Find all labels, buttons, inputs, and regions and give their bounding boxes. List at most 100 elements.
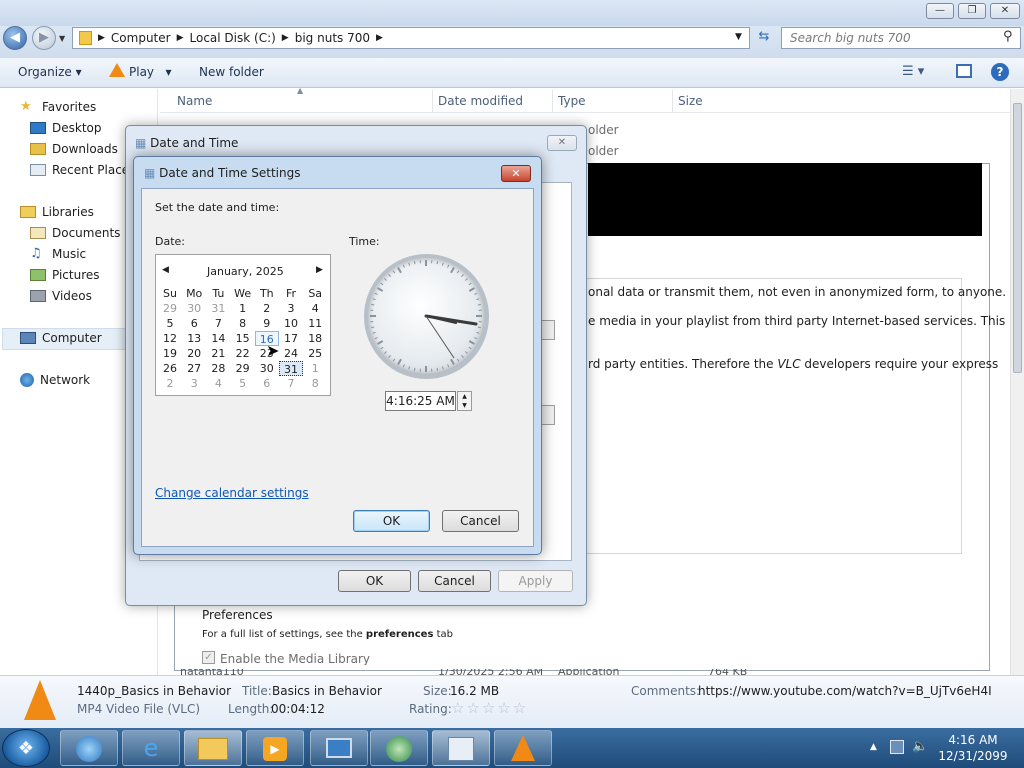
calendar-day[interactable]: 2: [255, 301, 279, 316]
calendar-day[interactable]: 15: [231, 331, 255, 346]
calendar-day[interactable]: 29: [231, 361, 255, 376]
close-button[interactable]: ✕: [990, 3, 1020, 19]
search-icon[interactable]: ⚲: [1003, 29, 1013, 44]
calendar-day[interactable]: 21: [206, 346, 230, 361]
nav-network[interactable]: Network: [20, 373, 90, 387]
calendar-month-title[interactable]: January, 2025: [207, 265, 284, 278]
calendar-day[interactable]: 9: [255, 316, 279, 331]
column-size[interactable]: Size: [678, 94, 703, 108]
calendar-day[interactable]: 22: [231, 346, 255, 361]
calendar-day[interactable]: 18: [303, 331, 327, 346]
taskbar-item[interactable]: e: [122, 730, 180, 766]
nav-downloads[interactable]: Downloads: [30, 142, 118, 156]
calendar-day[interactable]: 3: [279, 301, 303, 316]
scrollbar-thumb[interactable]: [1013, 103, 1022, 373]
settings-ok-button[interactable]: OK: [353, 510, 430, 532]
calendar-day[interactable]: 5: [158, 316, 182, 331]
nav-recent-places[interactable]: Recent Places: [30, 163, 135, 177]
minimize-button[interactable]: —: [926, 3, 954, 19]
change-date-button-edge[interactable]: [541, 320, 555, 340]
calendar-day[interactable]: 30: [255, 361, 279, 376]
calendar-day[interactable]: 7: [279, 376, 303, 391]
calendar-day[interactable]: 11: [303, 316, 327, 331]
nav-computer[interactable]: Computer: [20, 331, 102, 345]
calendar-day[interactable]: 4: [303, 301, 327, 316]
calendar-day[interactable]: 29: [158, 301, 182, 316]
preview-pane-icon[interactable]: [956, 64, 972, 78]
system-clock[interactable]: 4:16 AM 12/31/2099: [928, 732, 1018, 764]
back-button[interactable]: ◀: [3, 26, 27, 50]
taskbar-item[interactable]: [184, 730, 242, 766]
calendar-day[interactable]: 4: [206, 376, 230, 391]
taskbar-item[interactable]: [370, 730, 428, 766]
search-input[interactable]: Search big nuts 700: [781, 27, 1021, 49]
help-icon[interactable]: ?: [991, 63, 1009, 81]
date-time-cancel-button[interactable]: Cancel: [418, 570, 491, 592]
recent-pages-chevron-icon[interactable]: ▼: [59, 34, 65, 43]
taskbar-item[interactable]: [310, 730, 368, 766]
rating-stars[interactable]: ☆☆☆☆☆: [451, 699, 528, 717]
settings-cancel-button[interactable]: Cancel: [442, 510, 519, 532]
calendar-day[interactable]: 31: [279, 361, 303, 376]
calendar-day[interactable]: 6: [182, 316, 206, 331]
comments-value[interactable]: https://www.youtube.com/watch?v=B_UjTv6e…: [698, 684, 992, 698]
calendar-day[interactable]: 1: [231, 301, 255, 316]
column-name[interactable]: Name: [177, 94, 212, 108]
calendar-day[interactable]: 30: [182, 301, 206, 316]
media-library-checkbox[interactable]: ✓: [202, 651, 215, 664]
change-timezone-button-edge[interactable]: [541, 405, 555, 425]
breadcrumb-folder[interactable]: big nuts 700: [295, 31, 370, 45]
nav-libraries[interactable]: Libraries: [20, 205, 94, 219]
change-calendar-settings-link[interactable]: Change calendar settings: [155, 486, 309, 500]
settings-close-button[interactable]: ✕: [501, 165, 531, 182]
taskbar-item[interactable]: [432, 730, 490, 766]
nav-pictures[interactable]: Pictures: [30, 268, 100, 282]
calendar-day[interactable]: 31: [206, 301, 230, 316]
calendar-day[interactable]: 3: [182, 376, 206, 391]
nav-desktop[interactable]: Desktop: [30, 121, 102, 135]
next-month-icon[interactable]: ▶: [316, 265, 323, 275]
address-bar[interactable]: ▶ Computer ▶ Local Disk (C:) ▶ big nuts …: [72, 27, 750, 49]
calendar-day[interactable]: 7: [206, 316, 230, 331]
calendar-day[interactable]: 25: [303, 346, 327, 361]
show-hidden-icons[interactable]: ▲: [870, 742, 877, 752]
date-time-ok-button[interactable]: OK: [338, 570, 411, 592]
organize-button[interactable]: Organize ▾: [18, 65, 82, 79]
vertical-scrollbar[interactable]: [1010, 89, 1024, 675]
nav-favorites[interactable]: ★ Favorites: [20, 100, 96, 114]
view-options-icon[interactable]: ☰ ▾: [902, 64, 924, 79]
breadcrumb-computer[interactable]: Computer: [111, 31, 171, 45]
volume-muted-icon[interactable]: 🔈: [912, 739, 928, 754]
time-input[interactable]: 4:16:25 AM: [385, 391, 456, 411]
calendar-day[interactable]: 27: [182, 361, 206, 376]
maximize-button[interactable]: ❐: [958, 3, 986, 19]
calendar-day[interactable]: 8: [303, 376, 327, 391]
title-value[interactable]: Basics in Behavior: [272, 684, 382, 698]
forward-button[interactable]: ▶: [32, 26, 56, 50]
calendar-day[interactable]: 8: [231, 316, 255, 331]
breadcrumb-local-disk[interactable]: Local Disk (C:): [190, 31, 276, 45]
calendar-day[interactable]: 2: [158, 376, 182, 391]
refresh-icon[interactable]: ⇆: [754, 29, 774, 47]
calendar-day[interactable]: 17: [279, 331, 303, 346]
column-date-modified[interactable]: Date modified: [438, 94, 523, 108]
calendar-day[interactable]: 19: [158, 346, 182, 361]
nav-documents[interactable]: Documents: [30, 226, 120, 240]
date-time-close-button[interactable]: ✕: [547, 135, 577, 151]
calendar-day[interactable]: 26: [158, 361, 182, 376]
previous-month-icon[interactable]: ◀: [162, 265, 169, 275]
calendar-day[interactable]: 1: [303, 361, 327, 376]
calendar-day[interactable]: 14: [206, 331, 230, 346]
taskbar-item[interactable]: [60, 730, 118, 766]
nav-videos[interactable]: Videos: [30, 289, 92, 303]
calendar-day[interactable]: 28: [206, 361, 230, 376]
date-time-apply-button[interactable]: Apply: [498, 570, 573, 592]
network-tray-icon[interactable]: [890, 740, 904, 754]
taskbar-item[interactable]: [494, 730, 552, 766]
calendar-day[interactable]: 13: [182, 331, 206, 346]
play-button[interactable]: Play ▾: [129, 65, 172, 79]
calendar-day[interactable]: 5: [231, 376, 255, 391]
address-dropdown-icon[interactable]: ▼: [735, 32, 742, 42]
time-spinner[interactable]: ▲ ▼: [457, 391, 472, 411]
calendar-day[interactable]: 24: [279, 346, 303, 361]
